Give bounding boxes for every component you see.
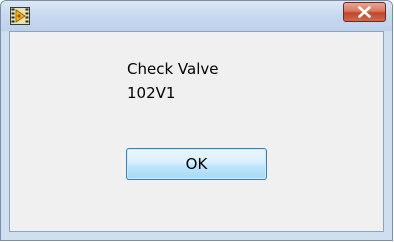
close-button[interactable]: [343, 2, 386, 22]
message-line-2: 102V1: [127, 84, 176, 102]
dialog-window: Check Valve 102V1 OK: [0, 0, 393, 241]
close-icon: [358, 6, 371, 18]
message-line-1: Check Valve: [127, 60, 219, 78]
title-bar[interactable]: [1, 1, 392, 31]
ok-button[interactable]: OK: [126, 148, 267, 180]
app-icon: [10, 7, 30, 25]
dialog-message: Check Valve 102V1: [127, 57, 218, 105]
